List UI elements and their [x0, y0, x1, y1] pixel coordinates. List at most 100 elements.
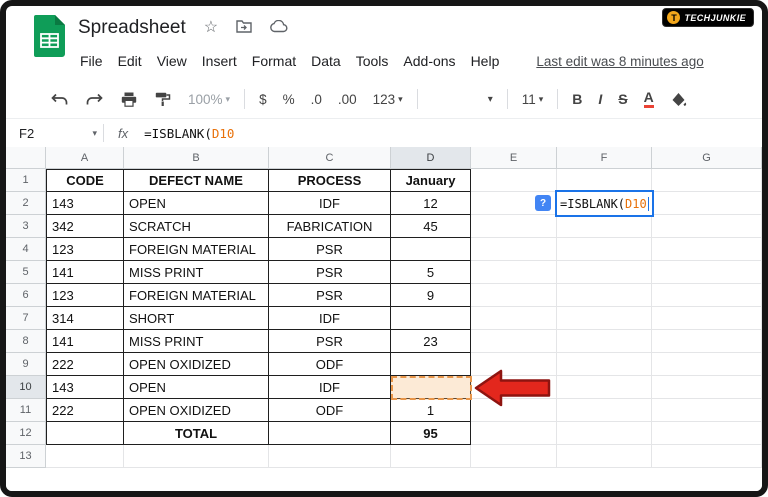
row-header-6[interactable]: 6 [6, 284, 46, 307]
cell-B6[interactable]: FOREIGN MATERIAL [124, 284, 269, 307]
cell-F1[interactable] [557, 169, 652, 192]
text-color-button[interactable]: A [643, 90, 654, 108]
cell-A1[interactable]: CODE [46, 169, 124, 192]
decrease-decimal-button[interactable]: .0 [311, 92, 322, 107]
cell-D5[interactable]: 5 [391, 261, 471, 284]
row-header-12[interactable]: 12 [6, 422, 46, 445]
cell-G10[interactable] [652, 376, 762, 399]
cell-F12[interactable] [557, 422, 652, 445]
star-icon[interactable]: ☆ [204, 20, 218, 36]
column-header-G[interactable]: G [652, 147, 762, 169]
cell-F8[interactable] [557, 330, 652, 353]
cell-C10[interactable]: IDF [269, 376, 391, 399]
strikethrough-button[interactable]: S [618, 91, 627, 107]
cell-E8[interactable] [471, 330, 557, 353]
paint-format-button[interactable] [155, 92, 171, 107]
cell-C5[interactable]: PSR [269, 261, 391, 284]
cell-G6[interactable] [652, 284, 762, 307]
cell-C12[interactable] [269, 422, 391, 445]
cell-B11[interactable]: OPEN OXIDIZED [124, 399, 269, 422]
cell-C7[interactable]: IDF [269, 307, 391, 330]
font-family-dropdown[interactable] [488, 94, 493, 105]
cell-F6[interactable] [557, 284, 652, 307]
cell-F3[interactable] [557, 215, 652, 238]
cell-G4[interactable] [652, 238, 762, 261]
cell-A5[interactable]: 141 [46, 261, 124, 284]
cell-editor-F2[interactable]: =ISBLANK(D10 [555, 190, 654, 217]
cell-B5[interactable]: MISS PRINT [124, 261, 269, 284]
cell-F7[interactable] [557, 307, 652, 330]
menu-item-file[interactable]: File [80, 53, 103, 69]
cell-B9[interactable]: OPEN OXIDIZED [124, 353, 269, 376]
cell-C1[interactable]: PROCESS [269, 169, 391, 192]
column-header-B[interactable]: B [124, 147, 269, 169]
cell-E5[interactable] [471, 261, 557, 284]
row-header-11[interactable]: 11 [6, 399, 46, 422]
cell-B7[interactable]: SHORT [124, 307, 269, 330]
cell-A9[interactable]: 222 [46, 353, 124, 376]
last-edit-link[interactable]: Last edit was 8 minutes ago [536, 54, 703, 69]
cell-C9[interactable]: ODF [269, 353, 391, 376]
formula-input[interactable]: =ISBLANK(D10 [144, 126, 234, 141]
menu-item-format[interactable]: Format [252, 53, 296, 69]
undo-button[interactable] [51, 93, 68, 106]
menu-item-edit[interactable]: Edit [118, 53, 142, 69]
cell-C3[interactable]: FABRICATION [269, 215, 391, 238]
row-header-5[interactable]: 5 [6, 261, 46, 284]
cell-E12[interactable] [471, 422, 557, 445]
row-header-10[interactable]: 10 [6, 376, 46, 399]
formula-help-badge[interactable]: ? [535, 195, 551, 211]
cell-C6[interactable]: PSR [269, 284, 391, 307]
cell-G13[interactable] [652, 445, 762, 468]
cell-A8[interactable]: 141 [46, 330, 124, 353]
format-currency-button[interactable]: $ [259, 92, 267, 107]
cell-B3[interactable]: SCRATCH [124, 215, 269, 238]
row-header-8[interactable]: 8 [6, 330, 46, 353]
cell-A6[interactable]: 123 [46, 284, 124, 307]
font-size-dropdown[interactable]: 11 [522, 92, 544, 107]
cell-G11[interactable] [652, 399, 762, 422]
cell-F13[interactable] [557, 445, 652, 468]
cell-G12[interactable] [652, 422, 762, 445]
cell-E1[interactable] [471, 169, 557, 192]
cell-A7[interactable]: 314 [46, 307, 124, 330]
column-header-D[interactable]: D [391, 147, 471, 169]
cell-D6[interactable]: 9 [391, 284, 471, 307]
cell-D8[interactable]: 23 [391, 330, 471, 353]
cell-D7[interactable] [391, 307, 471, 330]
cell-A13[interactable] [46, 445, 124, 468]
cell-G9[interactable] [652, 353, 762, 376]
cell-D12[interactable]: 95 [391, 422, 471, 445]
column-header-E[interactable]: E [471, 147, 557, 169]
cell-C4[interactable]: PSR [269, 238, 391, 261]
cell-B1[interactable]: DEFECT NAME [124, 169, 269, 192]
cell-B8[interactable]: MISS PRINT [124, 330, 269, 353]
menu-item-insert[interactable]: Insert [202, 53, 237, 69]
cell-G7[interactable] [652, 307, 762, 330]
menu-item-help[interactable]: Help [471, 53, 500, 69]
menu-item-add-ons[interactable]: Add-ons [403, 53, 455, 69]
cloud-saved-icon[interactable] [270, 19, 288, 37]
menu-item-tools[interactable]: Tools [356, 53, 389, 69]
row-header-9[interactable]: 9 [6, 353, 46, 376]
menu-item-data[interactable]: Data [311, 53, 341, 69]
cell-B12[interactable]: TOTAL [124, 422, 269, 445]
row-header-4[interactable]: 4 [6, 238, 46, 261]
cell-D4[interactable] [391, 238, 471, 261]
document-title[interactable]: Spreadsheet [78, 17, 186, 39]
cell-G8[interactable] [652, 330, 762, 353]
bold-button[interactable]: B [572, 91, 582, 107]
print-button[interactable] [121, 92, 137, 107]
cell-F9[interactable] [557, 353, 652, 376]
cell-A2[interactable]: 143 [46, 192, 124, 215]
cell-B13[interactable] [124, 445, 269, 468]
cell-F10[interactable] [557, 376, 652, 399]
increase-decimal-button[interactable]: .00 [338, 92, 357, 107]
fill-color-button[interactable] [671, 92, 687, 107]
cell-G3[interactable] [652, 215, 762, 238]
row-header-1[interactable]: 1 [6, 169, 46, 192]
italic-button[interactable]: I [598, 91, 602, 107]
row-header-13[interactable]: 13 [6, 445, 46, 468]
cell-D13[interactable] [391, 445, 471, 468]
cell-D9[interactable] [391, 353, 471, 376]
